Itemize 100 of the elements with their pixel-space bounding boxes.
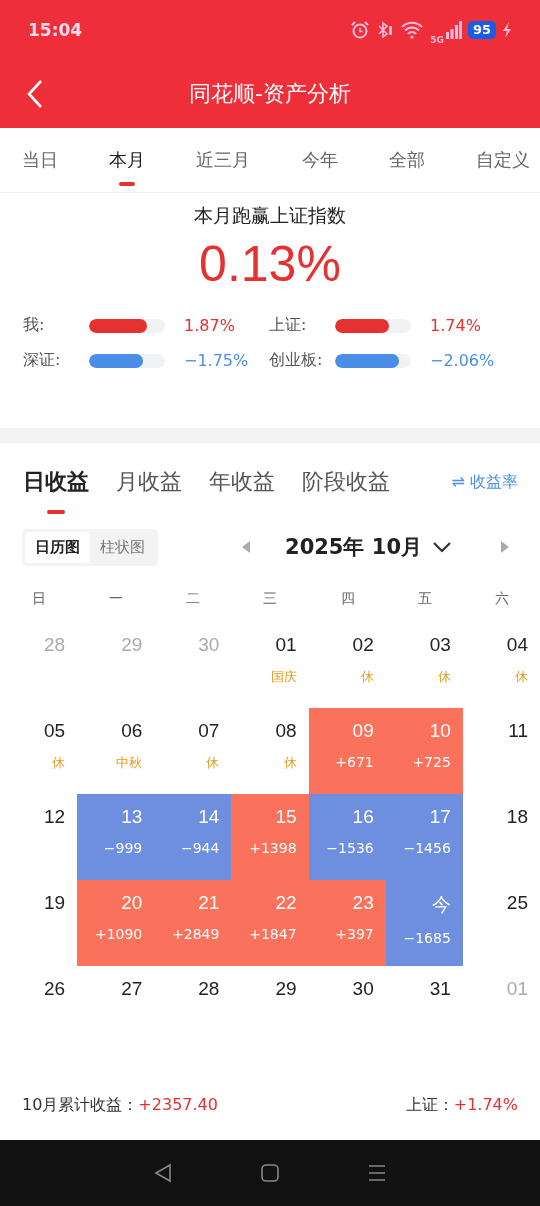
day-profit: +1398 (249, 840, 297, 856)
day-number: 05 (44, 720, 66, 742)
outperform-value: 0.13% (199, 235, 341, 293)
weekday-label: 日 (32, 590, 46, 608)
day-profit: +671 (335, 754, 374, 770)
holiday-note: 休 (360, 668, 374, 686)
month-picker[interactable]: 2025年 10月 (285, 533, 422, 561)
wifi-icon (400, 21, 425, 39)
calendar-day-tile[interactable]: 17 −1456 (385, 794, 463, 880)
status-time: 15:04 (28, 20, 83, 40)
day-profit: +2849 (172, 926, 220, 942)
index-label: 上证: (269, 315, 308, 336)
calendar-day-tile[interactable]: 16 −1536 (308, 794, 386, 880)
view-option[interactable]: 日历图 (25, 531, 90, 563)
day-profit: +1090 (94, 926, 143, 942)
index-return: −1.75% (184, 351, 249, 370)
network-type: 5G (430, 35, 444, 45)
calendar-day-tile[interactable]: 14 −944 (154, 794, 232, 880)
day-number: 01 (275, 634, 297, 656)
month-total: 10月累计收益：+2357.40 (22, 1094, 218, 1116)
day-number: 07 (198, 720, 220, 742)
back-nav-icon[interactable] (153, 1163, 174, 1183)
day-number: 20 (121, 892, 143, 914)
holiday-note: 休 (52, 754, 66, 772)
day-number: 30 (198, 634, 220, 656)
day-number: 10 (429, 720, 451, 742)
day-number: 19 (44, 892, 66, 914)
holiday-note: 休 (437, 668, 451, 686)
menu-icon[interactable] (366, 1163, 387, 1183)
day-profit: +725 (412, 754, 451, 770)
day-number: 14 (198, 806, 220, 828)
view-option[interactable]: 柱状图 (90, 531, 155, 563)
day-number: 30 (352, 978, 374, 1000)
day-number: 22 (275, 892, 297, 914)
day-number: 18 (506, 806, 528, 828)
day-number: 04 (506, 634, 528, 656)
day-number: 26 (44, 978, 66, 1000)
rate-toggle[interactable]: ⇌ 收益率 (451, 471, 518, 493)
holiday-note: 休 (206, 754, 220, 772)
index-label: 创业板: (269, 350, 324, 371)
day-number: 06 (121, 720, 143, 742)
calendar-day-tile[interactable]: 21 +2849 (154, 880, 232, 966)
tab-underline (47, 510, 65, 514)
index-label: 深证: (23, 350, 62, 371)
period-tab[interactable]: 本月 (109, 140, 146, 180)
day-number: 15 (275, 806, 297, 828)
day-number: 16 (352, 806, 374, 828)
day-number: 02 (352, 634, 374, 656)
index-return: 1.74% (430, 316, 481, 335)
holiday-note: 休 (283, 754, 297, 772)
next-icon[interactable] (500, 540, 510, 554)
index-return: −2.06% (430, 351, 495, 370)
section-tab[interactable]: 日收益 (23, 462, 89, 502)
weekday-label: 五 (417, 590, 432, 608)
day-profit: −1456 (403, 840, 451, 856)
home-icon[interactable] (260, 1163, 280, 1183)
calendar-day-tile[interactable]: 15 +1398 (231, 794, 309, 880)
day-number: 27 (121, 978, 143, 1000)
bluetooth-icon (376, 20, 395, 40)
holiday-note: 中秋 (116, 754, 143, 772)
day-number: 28 (44, 634, 66, 656)
page-title: 同花顺-资产分析 (189, 80, 351, 108)
index-total: 上证：+1.74% (405, 1094, 518, 1116)
back-icon[interactable] (26, 79, 44, 109)
weekday-label: 二 (186, 590, 201, 608)
calendar-day-tile[interactable]: 今 −1685 (385, 880, 463, 966)
day-number: 17 (429, 806, 451, 828)
period-tab[interactable]: 自定义 (475, 140, 530, 180)
index-label: 我: (23, 315, 46, 336)
day-number: 08 (275, 720, 297, 742)
calendar-day-tile[interactable]: 20 +1090 (77, 880, 155, 966)
index-return: 1.87% (184, 316, 235, 335)
weekday-label: 六 (494, 590, 509, 608)
day-number: 29 (121, 634, 143, 656)
weekday-label: 一 (109, 590, 124, 608)
day-number: 今 (431, 893, 451, 917)
period-tab[interactable]: 全部 (388, 140, 425, 180)
day-number: 11 (508, 720, 528, 742)
period-tab[interactable]: 今年 (301, 140, 338, 180)
calendar-day-tile[interactable]: 09 +671 (308, 708, 386, 794)
day-number: 13 (121, 806, 143, 828)
section-tab[interactable]: 月收益 (116, 462, 182, 502)
period-tab[interactable]: 近三月 (196, 140, 251, 180)
calendar-day-tile[interactable]: 22 +1847 (231, 880, 309, 966)
calendar-day-tile[interactable]: 10 +725 (385, 708, 463, 794)
section-tab[interactable]: 年收益 (209, 462, 275, 502)
calendar-day-tile[interactable]: 13 −999 (77, 794, 155, 880)
day-profit: −944 (180, 840, 220, 856)
signal-icon (445, 21, 462, 39)
previous-icon[interactable] (241, 540, 251, 554)
chevron-down-icon[interactable] (432, 541, 452, 553)
period-tab[interactable]: 当日 (22, 140, 58, 180)
holiday-note: 国庆 (270, 668, 297, 686)
day-number: 03 (429, 634, 451, 656)
calendar-day-tile[interactable]: 23 +397 (308, 880, 386, 966)
battery-level: 95 (467, 21, 496, 39)
weekday-label: 三 (263, 590, 278, 608)
headline: 本月跑赢上证指数 (194, 203, 346, 228)
section-tab[interactable]: 阶段收益 (302, 462, 390, 502)
day-number: 25 (506, 892, 528, 914)
